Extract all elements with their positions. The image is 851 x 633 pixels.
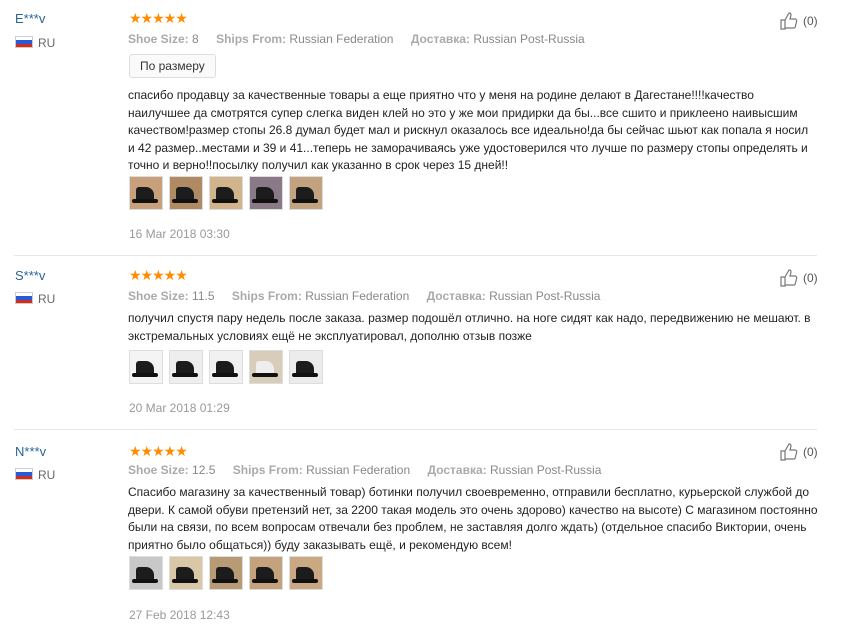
like-count: (0) <box>803 271 818 285</box>
shoe-size-label: Shoe Size: <box>128 463 189 477</box>
shoe-size-label: Shoe Size: <box>128 289 189 303</box>
ships-from-value: Russian Federation <box>306 463 411 477</box>
shoe-size-value: 12.5 <box>192 463 216 477</box>
like-count: (0) <box>803 445 818 459</box>
shoe-size-label: Shoe Size: <box>128 32 189 46</box>
like-button[interactable]: (0) <box>779 442 818 462</box>
ships-from-label: Ships From: <box>216 32 287 46</box>
delivery-value: Russian Post-Russia <box>489 289 601 303</box>
review-photo[interactable] <box>169 350 203 384</box>
review-photo[interactable] <box>289 176 323 210</box>
delivery-label: Доставка: <box>410 32 470 46</box>
review-photo[interactable] <box>129 350 163 384</box>
review-item: E***v RU ★★★★★ Shoe Size: 8 Ships From: … <box>0 0 851 250</box>
review-text: спасибо продавцу за качественные товары … <box>128 88 809 172</box>
shoe-size-value: 8 <box>192 32 199 46</box>
country-code: RU <box>38 468 56 482</box>
reviewer-name[interactable]: E***v <box>15 11 45 26</box>
rating-stars: ★★★★★ <box>129 443 188 459</box>
ships-from-label: Ships From: <box>232 463 303 477</box>
review-meta: Shoe Size: 11.5 Ships From: Russian Fede… <box>128 289 614 303</box>
review-photo[interactable] <box>249 556 283 590</box>
delivery-label: Доставка: <box>427 463 487 477</box>
review-meta: Shoe Size: 8 Ships From: Russian Federat… <box>128 32 599 46</box>
review-photo[interactable] <box>289 556 323 590</box>
review-photo[interactable] <box>169 176 203 210</box>
review-photo[interactable] <box>289 350 323 384</box>
russia-flag-icon <box>15 292 33 304</box>
review-date: 27 Feb 2018 12:43 <box>129 608 230 622</box>
review-photos <box>129 350 323 384</box>
thumbs-up-icon <box>780 269 798 287</box>
shoe-size-value: 11.5 <box>192 289 215 303</box>
review-photos <box>129 556 323 590</box>
delivery-value: Russian Post-Russia <box>473 32 585 46</box>
review-date: 16 Mar 2018 03:30 <box>129 227 230 241</box>
review-item: N***v RU ★★★★★ Shoe Size: 12.5 Ships Fro… <box>0 430 851 633</box>
review-photo[interactable] <box>209 556 243 590</box>
thumbs-up-icon <box>780 443 798 461</box>
review-date: 20 Mar 2018 01:29 <box>129 401 230 415</box>
like-button[interactable]: (0) <box>779 11 818 31</box>
country-code: RU <box>38 292 56 306</box>
russia-flag-icon <box>15 468 33 480</box>
size-fit-tag: По размеру <box>129 54 216 78</box>
review-photo[interactable] <box>249 176 283 210</box>
ships-from-value: Russian Federation <box>289 32 394 46</box>
country-code: RU <box>38 36 56 50</box>
review-text: Спасибо магазину за качественный товар) … <box>128 485 818 552</box>
review-photo[interactable] <box>209 176 243 210</box>
delivery-value: Russian Post-Russia <box>490 463 602 477</box>
review-photo[interactable] <box>249 350 283 384</box>
thumbs-up-icon <box>780 12 798 30</box>
delivery-label: Доставка: <box>426 289 486 303</box>
review-photo[interactable] <box>169 556 203 590</box>
review-photo[interactable] <box>209 350 243 384</box>
ships-from-label: Ships From: <box>231 289 302 303</box>
rating-stars: ★★★★★ <box>129 267 188 283</box>
like-button[interactable]: (0) <box>779 268 818 288</box>
russia-flag-icon <box>15 36 33 48</box>
review-meta: Shoe Size: 12.5 Ships From: Russian Fede… <box>128 463 615 477</box>
like-count: (0) <box>803 14 818 28</box>
review-photos <box>129 176 323 210</box>
review-photo[interactable] <box>129 556 163 590</box>
review-text: получил спустя пару недель после заказа.… <box>128 311 811 343</box>
ships-from-value: Russian Federation <box>305 289 410 303</box>
reviewer-name[interactable]: S***v <box>15 268 45 283</box>
review-item: S***v RU ★★★★★ Shoe Size: 11.5 Ships Fro… <box>0 256 851 428</box>
review-photo[interactable] <box>129 176 163 210</box>
reviewer-name[interactable]: N***v <box>15 444 46 459</box>
rating-stars: ★★★★★ <box>129 10 188 26</box>
